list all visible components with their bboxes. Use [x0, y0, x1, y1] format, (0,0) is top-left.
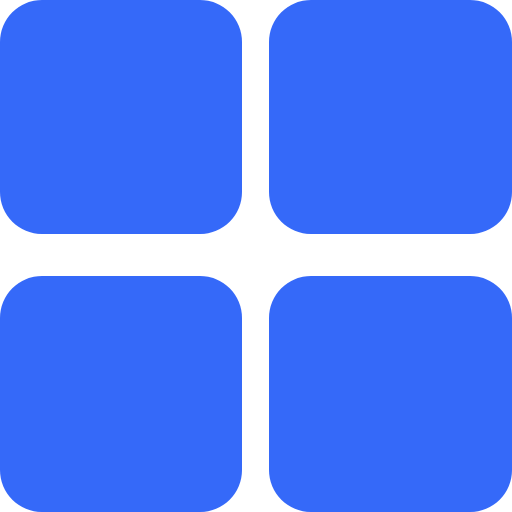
grid-tile-bottom-left	[0, 276, 242, 512]
grid-icon	[0, 0, 512, 512]
grid-tile-top-right	[269, 0, 512, 234]
grid-tile-bottom-right	[269, 276, 512, 512]
grid-tile-top-left	[0, 0, 242, 234]
